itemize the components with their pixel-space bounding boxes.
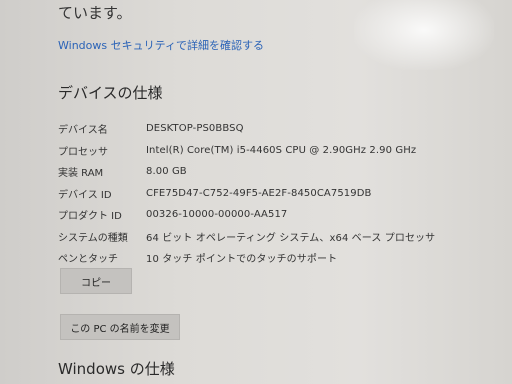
spec-value: Intel(R) Core(TM) i5-4460S CPU @ 2.90GHz… xyxy=(146,144,417,156)
spec-label: プロダクト ID xyxy=(58,211,122,223)
spec-value: 8.00 GB xyxy=(146,166,187,178)
windows-specs-heading: Windows の仕様 xyxy=(58,360,175,378)
spec-value: 10 タッチ ポイントでのタッチのサポート xyxy=(146,254,338,266)
spec-row-system-type: システムの種類 64 ビット オペレーティング システム、x64 ベース プロセ… xyxy=(58,226,478,248)
spec-row-device-id: デバイス ID CFE75D47-C752-49F5-AE2F-8450CA75… xyxy=(58,183,478,205)
spec-label: デバイス名 xyxy=(58,125,108,137)
spec-label: システムの種類 xyxy=(58,232,128,244)
copy-button[interactable]: コピー xyxy=(60,268,132,294)
windows-security-link[interactable]: Windows セキュリティで詳細を確認する xyxy=(58,37,264,53)
spec-row-product-id: プロダクト ID 00326-10000-00000-AA517 xyxy=(58,204,478,226)
screen-glare xyxy=(354,0,494,70)
spec-row-device-name: デバイス名 DESKTOP-PS0BBSQ xyxy=(58,118,478,140)
spec-row-processor: プロセッサ Intel(R) Core(TM) i5-4460S CPU @ 2… xyxy=(58,140,478,162)
spec-label: ペンとタッチ xyxy=(58,254,118,266)
spec-label: 実装 RAM xyxy=(58,168,104,180)
spec-label: プロセッサ xyxy=(58,146,108,158)
spec-label: デバイス ID xyxy=(58,189,112,201)
settings-about-page: ています。 Windows セキュリティで詳細を確認する デバイスの仕様 デバイ… xyxy=(0,0,512,384)
description-text-tail: ています。 xyxy=(58,4,132,22)
rename-pc-button[interactable]: この PC の名前を変更 xyxy=(60,314,180,340)
spec-row-pen-touch: ペンとタッチ 10 タッチ ポイントでのタッチのサポート xyxy=(58,247,478,269)
device-specs-heading: デバイスの仕様 xyxy=(58,84,163,102)
spec-row-ram: 実装 RAM 8.00 GB xyxy=(58,161,478,183)
device-specs-table: デバイス名 DESKTOP-PS0BBSQ プロセッサ Intel(R) Cor… xyxy=(58,118,478,269)
spec-value: CFE75D47-C752-49F5-AE2F-8450CA7519DB xyxy=(146,187,372,199)
spec-value: 00326-10000-00000-AA517 xyxy=(146,209,288,221)
spec-value: 64 ビット オペレーティング システム、x64 ベース プロセッサ xyxy=(146,232,436,244)
spec-value: DESKTOP-PS0BBSQ xyxy=(146,123,244,135)
